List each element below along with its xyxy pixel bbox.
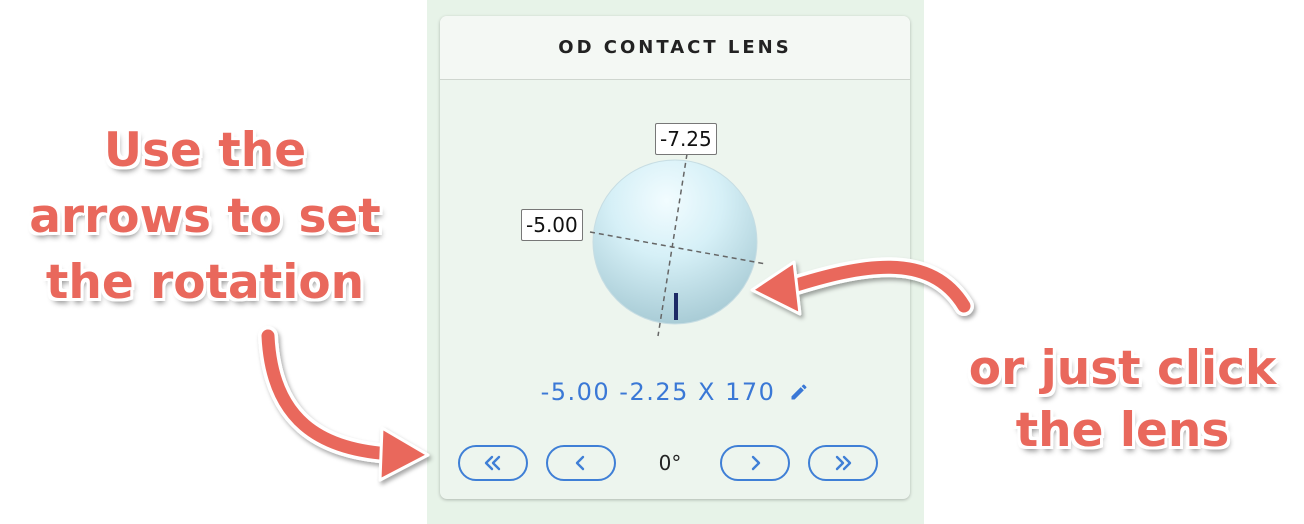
rotate-left-button[interactable] <box>546 445 616 481</box>
rotate-right-button[interactable] <box>720 445 790 481</box>
arrow-to-buttons <box>258 326 430 482</box>
left-power-label: -5.00 <box>521 209 583 241</box>
rotate-left-fast-button[interactable] <box>458 445 528 481</box>
lens-orientation-mark <box>674 293 678 320</box>
lens-graphic <box>589 153 767 337</box>
pencil-icon[interactable] <box>789 382 809 402</box>
annotation-right: or just click the lens <box>950 338 1295 462</box>
rotate-right-fast-button[interactable] <box>808 445 878 481</box>
prescription-value[interactable]: -5.00 -2.25 X 170 <box>541 378 776 406</box>
chevron-right-icon <box>751 455 761 471</box>
contact-lens-card: OD CONTACT LENS -7.25 -5.00 -5.00 -2.25 … <box>440 16 910 499</box>
annotation-left-line: the rotation <box>45 255 365 310</box>
annotation-right-line: the lens <box>1015 403 1230 458</box>
rotation-value: 0° <box>658 451 682 475</box>
chevron-left-icon <box>575 455 585 471</box>
double-chevron-right-icon <box>835 455 852 471</box>
double-chevron-left-icon <box>484 455 501 471</box>
annotation-left: Use the arrows to set the rotation <box>10 118 400 316</box>
top-power-label: -7.25 <box>655 123 717 155</box>
annotation-right-line: or just click <box>968 341 1277 396</box>
annotation-left-line: arrows to set <box>29 189 381 244</box>
annotation-left-line: Use the <box>103 123 307 178</box>
prescription-row: -5.00 -2.25 X 170 <box>440 374 910 410</box>
